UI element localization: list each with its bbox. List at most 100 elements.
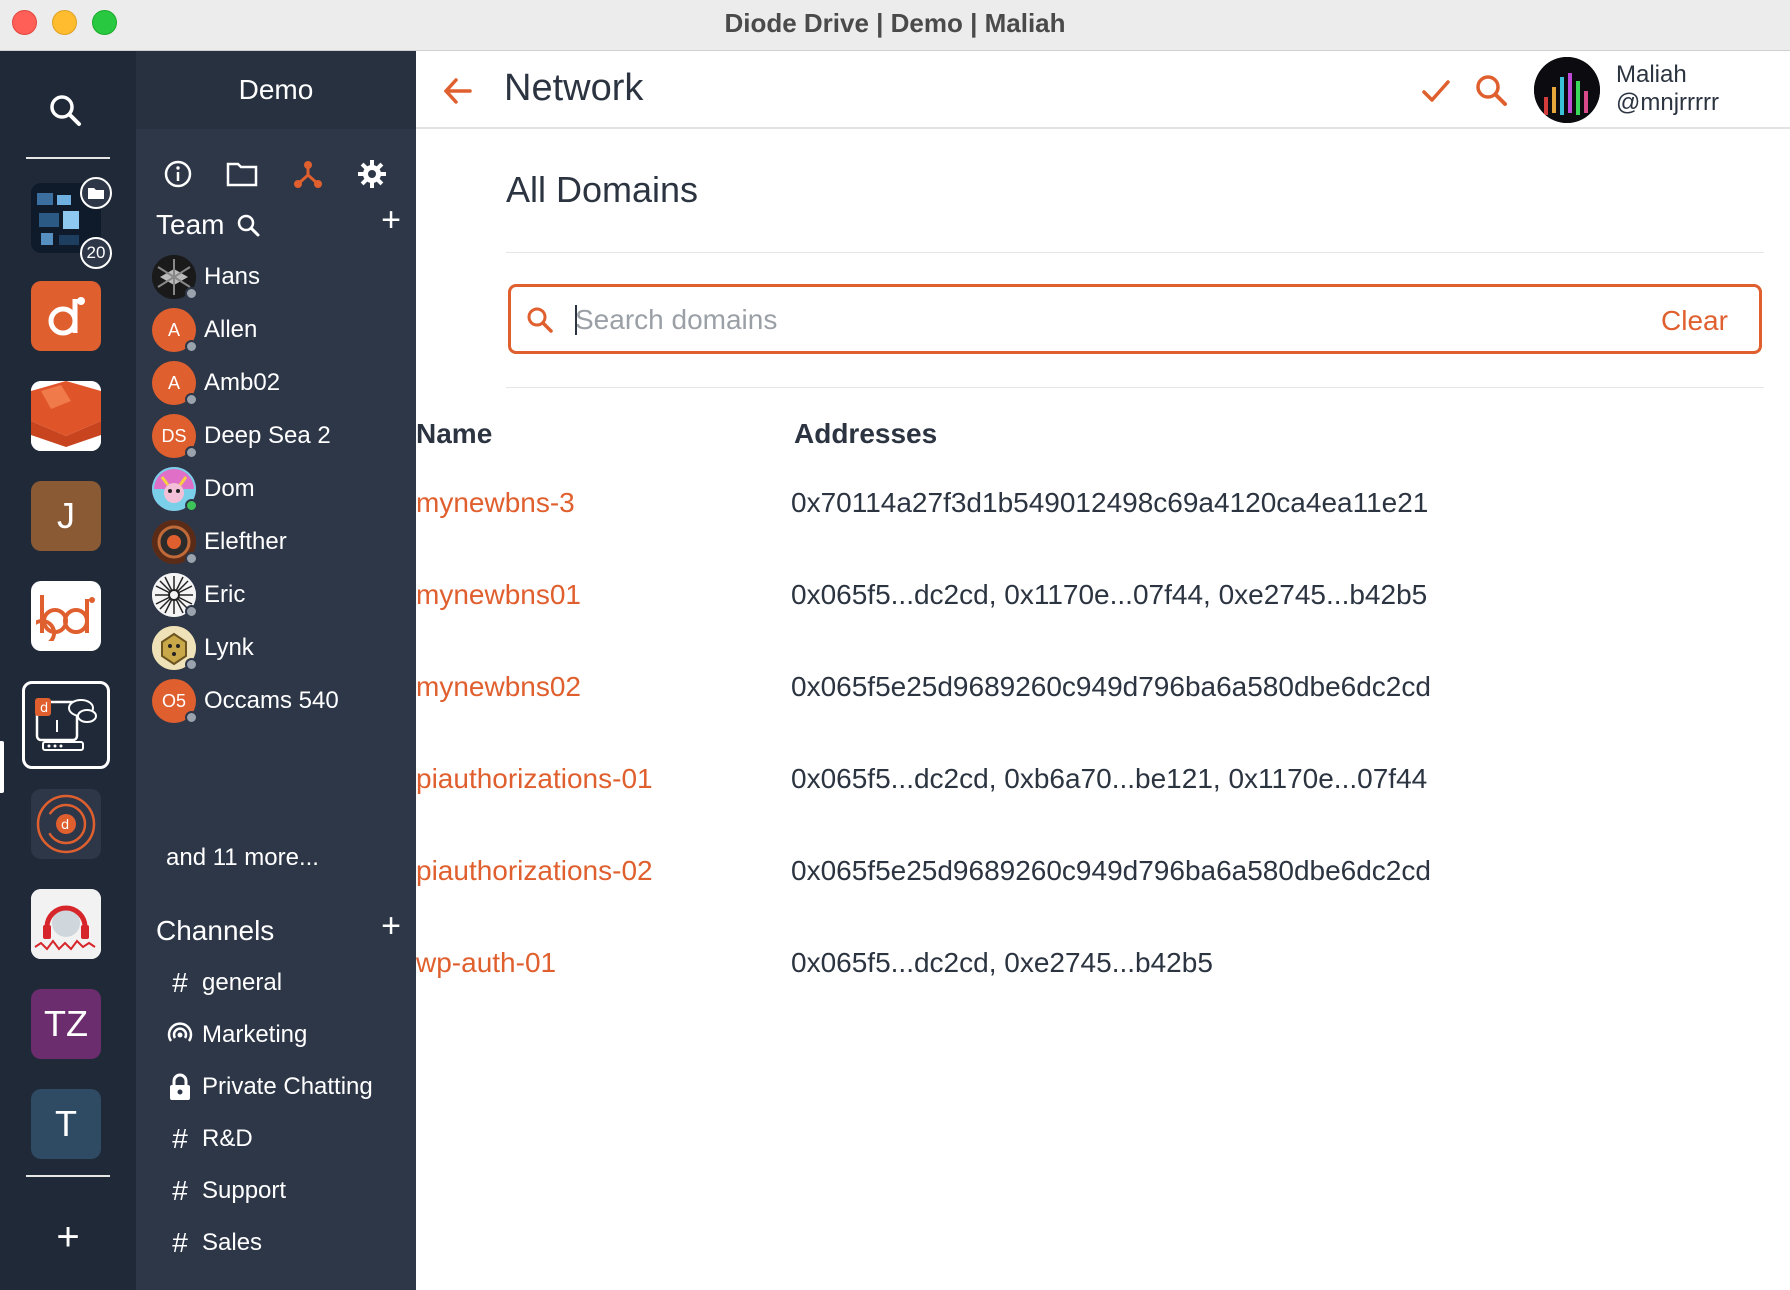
domain-search-box: Clear — [508, 284, 1762, 354]
hash-icon: # — [172, 1175, 188, 1206]
column-header-name[interactable]: Name — [416, 418, 492, 450]
avatar — [152, 626, 198, 671]
channel-sales[interactable]: # Sales — [166, 1221, 262, 1265]
domain-name-link[interactable]: piauthorizations-01 — [416, 763, 653, 795]
presence-dot — [185, 287, 198, 300]
workspace-sidebar: Demo Team + Hans A Allen A Amb02 DS Deep… — [136, 51, 416, 1290]
domain-name-link[interactable]: mynewbns-3 — [416, 487, 575, 519]
table-row[interactable]: mynewbns01 0x065f5...dc2cd, 0x1170e...07… — [416, 569, 1790, 629]
broadcast-icon — [166, 1021, 194, 1049]
presence-dot — [185, 658, 198, 671]
domain-name-link[interactable]: wp-auth-01 — [416, 947, 556, 979]
more-members-link[interactable]: and 11 more... — [166, 844, 319, 872]
tile-bd[interactable] — [31, 581, 101, 651]
presence-dot — [185, 393, 198, 406]
tile-j[interactable]: J — [31, 481, 101, 551]
avatar-initials: A — [167, 372, 180, 393]
team-member-amb02[interactable]: A Amb02 — [152, 357, 412, 409]
table-row[interactable]: mynewbns02 0x065f5e25d9689260c949d796ba6… — [416, 661, 1790, 721]
team-member-elefther[interactable]: Elefther — [152, 516, 412, 568]
member-name: Eric — [204, 581, 246, 608]
avatar — [152, 255, 198, 300]
column-header-addresses[interactable]: Addresses — [794, 418, 937, 450]
folder-icon[interactable] — [220, 149, 264, 199]
channel-rnd[interactable]: # R&D — [166, 1117, 252, 1161]
search-icon[interactable] — [1472, 71, 1512, 111]
presence-dot — [185, 340, 198, 353]
channel-support[interactable]: # Support — [166, 1169, 286, 1213]
avatar: A — [152, 361, 198, 406]
tile-t-letter: T — [55, 1103, 77, 1144]
team-header: Team — [156, 209, 260, 241]
domain-addresses: 0x065f5e25d9689260c949d796ba6a580dbe6dc2… — [791, 855, 1431, 886]
search-icon[interactable] — [46, 91, 86, 131]
team-member-lynk[interactable]: Lynk — [152, 622, 412, 674]
rail-divider — [26, 157, 110, 159]
avatar — [152, 573, 198, 618]
avatar — [152, 467, 198, 512]
team-member-occams-540[interactable]: O5 Occams 540 — [152, 675, 412, 727]
svg-text:d: d — [61, 818, 69, 833]
tile-podcast[interactable] — [31, 889, 101, 959]
domain-name-link[interactable]: mynewbns02 — [416, 671, 581, 703]
rail-divider — [26, 1175, 110, 1177]
avatar: DS — [152, 414, 198, 459]
hash-icon: # — [172, 967, 188, 998]
workspace-title: Demo — [136, 51, 416, 129]
svg-text:d: d — [40, 701, 48, 716]
domain-name-link[interactable]: mynewbns01 — [416, 579, 581, 611]
channel-name: general — [202, 969, 283, 996]
presence-dot — [185, 711, 198, 724]
channel-general[interactable]: # general — [166, 961, 282, 1005]
team-member-hans[interactable]: Hans — [152, 251, 412, 303]
tile-demo[interactable]: d — [22, 681, 110, 769]
team-member-eric[interactable]: Eric — [152, 569, 412, 621]
sidebar-tabs — [136, 149, 416, 199]
team-member-allen[interactable]: A Allen — [152, 304, 412, 356]
user-name: Maliah — [1616, 61, 1687, 88]
gear-icon[interactable] — [350, 149, 394, 199]
domain-addresses: 0x065f5...dc2cd, 0xb6a70...be121, 0x1170… — [791, 763, 1428, 794]
notification-badge: 20 — [80, 237, 112, 269]
table-row[interactable]: piauthorizations-01 0x065f5...dc2cd, 0xb… — [416, 753, 1790, 813]
member-name: Allen — [204, 316, 258, 343]
info-icon[interactable] — [156, 149, 200, 199]
channel-marketing[interactable]: Marketing — [166, 1013, 307, 1057]
team-member-deep-sea-2[interactable]: DS Deep Sea 2 — [152, 410, 412, 462]
avatar: O5 — [152, 679, 198, 724]
clear-button[interactable]: Clear — [1661, 305, 1728, 337]
channel-private-chatting[interactable]: Private Chatting — [166, 1065, 373, 1109]
table-row[interactable]: mynewbns-3 0x70114a27f3d1b549012498c69a4… — [416, 477, 1790, 537]
team-search-icon[interactable] — [236, 213, 260, 237]
section-title: All Domains — [506, 169, 699, 210]
avatar-initials: O5 — [161, 690, 186, 711]
add-channel-button[interactable]: + — [376, 907, 406, 946]
team-member-dom[interactable]: Dom — [152, 463, 412, 515]
channel-name: Private Chatting — [202, 1073, 373, 1100]
channels-label: Channels — [156, 915, 275, 946]
user-avatar[interactable] — [1534, 57, 1600, 123]
avatar-initials: A — [167, 319, 180, 340]
add-workspace-button[interactable]: + — [48, 1217, 88, 1257]
hash-icon: # — [172, 1123, 188, 1154]
tile-mail[interactable] — [31, 381, 101, 451]
tile-orbit[interactable]: d — [31, 789, 101, 859]
search-domains-input[interactable] — [575, 297, 1575, 343]
domain-name-link[interactable]: piauthorizations-02 — [416, 855, 653, 887]
back-arrow-icon[interactable] — [438, 71, 478, 111]
table-row[interactable]: wp-auth-01 0x065f5...dc2cd, 0xe2745...b4… — [416, 937, 1790, 997]
hash-icon: # — [172, 1227, 188, 1258]
network-icon[interactable] — [286, 149, 330, 199]
app-rail: 20 J d d TZ T + — [0, 51, 136, 1290]
tile-tz-letter: TZ — [44, 1003, 88, 1044]
tile-t[interactable]: T — [31, 1089, 101, 1159]
presence-dot — [185, 446, 198, 459]
divider — [506, 387, 1764, 388]
add-team-member-button[interactable]: + — [376, 201, 406, 240]
tile-tz[interactable]: TZ — [31, 989, 101, 1059]
table-row[interactable]: piauthorizations-02 0x065f5e25d9689260c9… — [416, 845, 1790, 905]
presence-dot — [185, 552, 198, 565]
tile-diode[interactable] — [31, 281, 101, 351]
search-icon — [525, 305, 555, 335]
check-icon[interactable] — [1416, 71, 1456, 111]
